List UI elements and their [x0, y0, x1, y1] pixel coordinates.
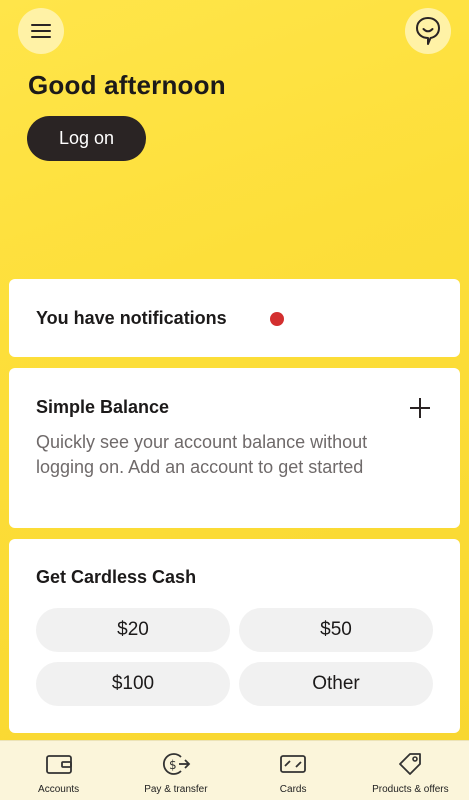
nav-products-offers[interactable]: Products & offers — [352, 741, 469, 800]
card-icon — [280, 755, 307, 773]
amount-20-button[interactable]: $20 — [36, 608, 230, 652]
greeting-heading: Good afternoon — [28, 70, 226, 100]
amount-50-button[interactable]: $50 — [239, 608, 433, 652]
wallet-icon — [45, 755, 72, 774]
nav-pay-transfer-label: Pay & transfer — [144, 784, 208, 795]
nav-cards-label: Cards — [279, 784, 307, 795]
simple-balance-description: Quickly see your account balance without… — [36, 432, 368, 477]
nav-cards[interactable]: Cards — [235, 741, 352, 800]
nav-accounts[interactable]: Accounts — [0, 741, 117, 800]
cardless-cash-card: Get Cardless Cash $20 $50 $100 Other — [9, 539, 460, 733]
bottom-navigation: Accounts $ Pay & transfer Cards Products… — [0, 740, 469, 800]
tag-icon — [399, 753, 422, 775]
notifications-text: You have notifications — [36, 308, 227, 328]
pay-transfer-icon: $ — [162, 753, 191, 775]
nav-accounts-label: Accounts — [38, 784, 80, 795]
hamburger-menu-icon — [31, 24, 51, 38]
svg-text:$: $ — [169, 758, 177, 772]
log-on-button[interactable]: Log on — [27, 116, 146, 161]
chat-bubble-icon — [416, 17, 440, 45]
plus-icon — [410, 398, 430, 418]
simple-balance-card: Simple Balance Quickly see your account … — [9, 368, 460, 528]
notification-indicator — [270, 312, 284, 326]
chat-button[interactable] — [405, 8, 451, 54]
nav-pay-transfer[interactable]: $ Pay & transfer — [117, 741, 234, 800]
notifications-card[interactable]: You have notifications — [9, 279, 460, 357]
simple-balance-title: Simple Balance — [36, 397, 170, 417]
menu-button[interactable] — [18, 8, 64, 54]
add-account-button[interactable] — [408, 396, 432, 420]
cardless-cash-title: Get Cardless Cash — [36, 567, 197, 587]
nav-products-offers-label: Products & offers — [372, 784, 449, 795]
amount-other-button[interactable]: Other — [239, 662, 433, 706]
amount-100-button[interactable]: $100 — [36, 662, 230, 706]
top-bar — [0, 8, 469, 54]
